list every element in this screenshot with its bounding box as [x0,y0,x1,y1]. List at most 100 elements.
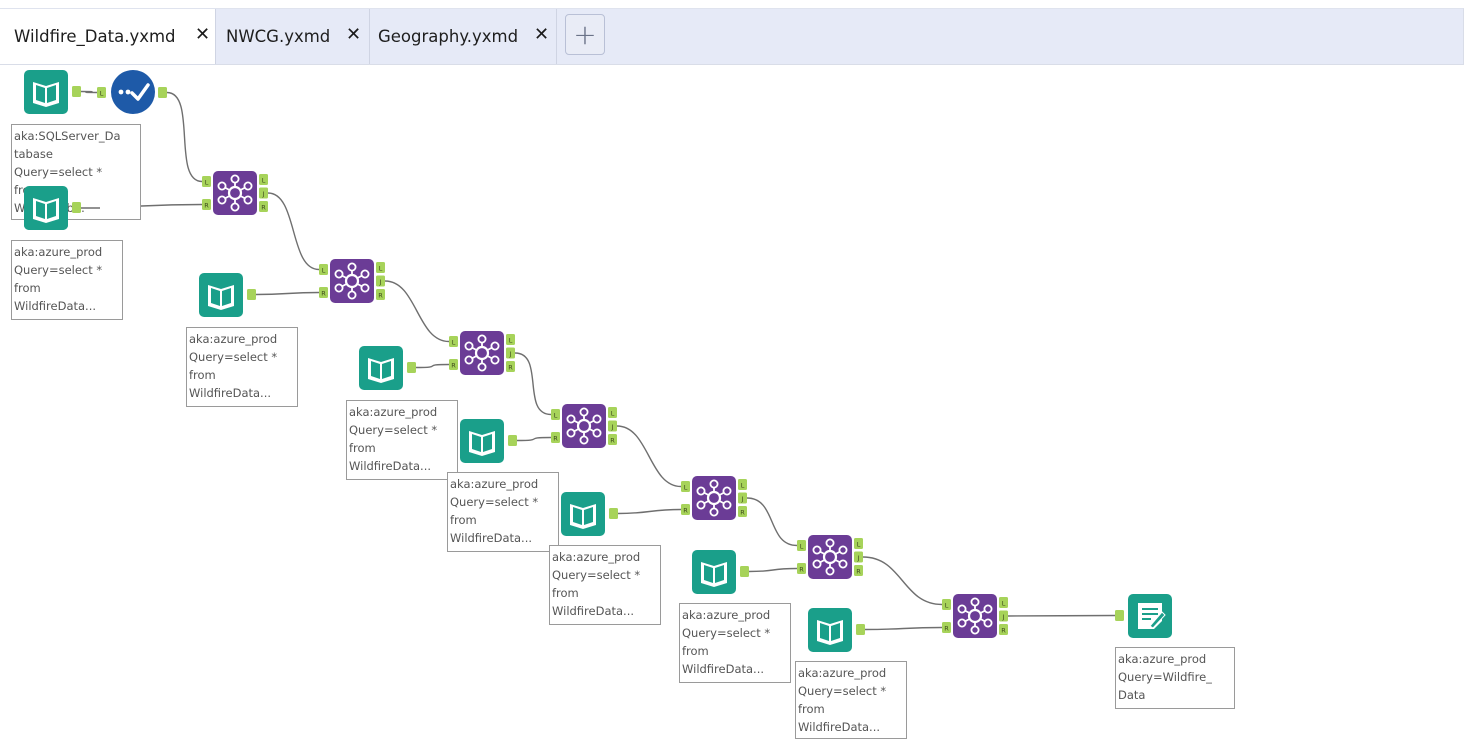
left-output-anchor[interactable]: L [376,262,385,273]
anchor-label: R [856,568,861,576]
output-anchor[interactable] [609,508,618,519]
input-anchor[interactable] [1115,610,1124,621]
anchor-label: R [944,625,949,633]
node [722,486,732,496]
node [217,181,227,191]
left-output-anchor[interactable]: L [999,597,1008,608]
right-input-anchor[interactable]: R [449,359,458,370]
right-input-anchor[interactable]: R [551,432,560,443]
join-tool[interactable]: LRLJR [681,476,747,520]
tool-annotation: aka:azure_prod Query=select * from Wildf… [549,545,661,625]
right-input-anchor[interactable]: R [797,563,806,574]
anchor-shape [158,87,167,98]
book-input-icon [199,273,243,317]
left-input-anchor[interactable]: L [319,264,328,275]
left-input-anchor[interactable]: L [942,599,951,610]
node [983,604,993,614]
left-input-anchor[interactable]: L [551,409,560,420]
anchor-label: L [945,602,949,610]
right-output-anchor[interactable]: R [376,289,385,300]
anchor-shape [856,624,865,635]
node [347,290,357,300]
anchor-label: J [1002,613,1005,621]
input-data-tool[interactable] [199,273,256,317]
input-data-tool[interactable] [24,186,100,230]
book-input-icon [692,550,736,594]
anchor-label: R [553,435,558,443]
right-input-anchor[interactable]: R [681,504,690,515]
right-output-anchor[interactable]: R [506,361,515,372]
join-output-anchor[interactable]: J [259,187,268,199]
join-output-anchor[interactable]: J [506,347,515,359]
left-output-anchor[interactable]: L [854,538,863,549]
input-data-tool[interactable] [808,608,865,652]
left-input-anchor[interactable]: L [202,176,211,187]
right-input-anchor[interactable]: R [942,622,951,633]
input-data-tool[interactable] [692,550,749,594]
join-output-anchor[interactable]: J [738,492,747,504]
dot [125,89,131,95]
output-anchor[interactable] [72,86,81,97]
left-input-anchor[interactable]: L [449,336,458,347]
connection-wire [80,90,98,94]
anchor-shape [72,202,81,213]
output-anchor[interactable] [740,566,749,577]
output-anchor[interactable] [158,87,167,98]
right-input-anchor[interactable]: R [202,199,211,210]
right-output-anchor[interactable]: R [999,624,1008,635]
input-data-tool[interactable] [561,492,618,536]
tool-annotation: aka:azure_prod Query=select * from Wildf… [679,603,791,683]
join-network-icon [330,259,374,303]
left-output-anchor[interactable]: L [259,174,268,185]
output-anchor[interactable] [407,362,416,373]
anchor-label: R [799,566,804,574]
join-tool[interactable]: LRLJR [942,594,1008,638]
anchor-shape [609,508,618,519]
join-network-icon [953,594,997,638]
right-output-anchor[interactable]: R [608,434,617,445]
join-output-anchor[interactable]: J [854,551,863,563]
dynamic-input-tool[interactable]: L [97,70,167,114]
node [217,195,227,205]
anchor-label: R [683,507,688,515]
node [970,597,980,607]
join-output-anchor[interactable]: J [999,610,1008,622]
node [243,181,253,191]
connection-wire [267,192,320,271]
output-data-tool[interactable] [1115,594,1172,638]
output-anchor[interactable] [247,289,256,300]
node [360,269,370,279]
left-input-anchor[interactable]: L [681,481,690,492]
connection-wire [514,352,552,416]
hub [474,345,490,361]
input-data-tool[interactable] [460,419,517,463]
join-output-anchor[interactable]: J [608,420,617,432]
input-data-tool[interactable] [24,70,81,114]
node [825,566,835,576]
hub [822,549,838,565]
join-tool[interactable]: LRLJR [797,535,863,579]
join-tool[interactable]: LRLJR [202,171,268,215]
join-tool[interactable]: LRLJR [551,404,617,448]
join-tool[interactable]: LRLJR [449,331,515,375]
right-input-anchor[interactable]: R [319,287,328,298]
left-output-anchor[interactable]: L [738,479,747,490]
join-network-icon [808,535,852,579]
anchor-label: L [684,484,688,492]
input-anchor[interactable]: L [97,87,106,98]
left-output-anchor[interactable]: L [506,334,515,345]
connection-wire [1007,614,1116,617]
output-anchor[interactable] [856,624,865,635]
right-output-anchor[interactable]: R [259,201,268,212]
output-anchor[interactable] [72,202,81,213]
right-output-anchor[interactable]: R [738,506,747,517]
join-output-anchor[interactable]: J [376,275,385,287]
join-tool[interactable]: LRLJR [319,259,385,303]
right-output-anchor[interactable]: R [854,565,863,576]
input-data-tool[interactable] [359,346,416,390]
connection-wire [166,91,203,183]
left-input-anchor[interactable]: L [797,540,806,551]
left-output-anchor[interactable]: L [608,407,617,418]
join-network-icon [213,171,257,215]
output-anchor[interactable] [508,435,517,446]
